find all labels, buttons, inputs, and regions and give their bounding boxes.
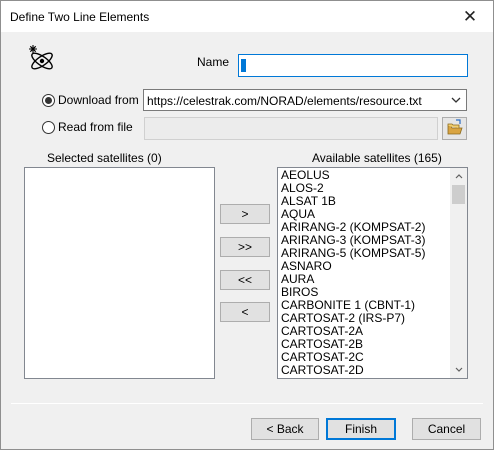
radio-selected-dot: [45, 97, 52, 104]
chevron-down-icon[interactable]: [449, 93, 463, 107]
selected-satellites-header: Selected satellites (0): [47, 151, 162, 165]
remove-selected-button[interactable]: <: [220, 302, 270, 322]
scroll-down-icon[interactable]: [450, 361, 467, 378]
browse-file-button[interactable]: [442, 117, 467, 140]
text-cursor: [241, 59, 246, 72]
download-url-dropdown[interactable]: https://celestrak.com/NORAD/elements/res…: [143, 89, 467, 111]
download-from-label[interactable]: Download from: [58, 93, 139, 107]
download-url-value: https://celestrak.com/NORAD/elements/res…: [147, 94, 422, 108]
name-label: Name: [197, 55, 230, 69]
read-from-file-radio[interactable]: [42, 121, 55, 134]
define-tle-dialog: Define Two Line Elements ✕ Name Download…: [0, 0, 494, 450]
open-folder-icon: [447, 119, 463, 135]
list-item[interactable]: CARTOSAT-2D: [280, 364, 450, 377]
add-all-button[interactable]: >>: [220, 237, 270, 257]
read-from-file-label[interactable]: Read from file: [58, 120, 133, 134]
selected-satellites-list[interactable]: [24, 167, 215, 379]
title-bar[interactable]: Define Two Line Elements ✕: [1, 1, 493, 32]
back-button[interactable]: < Back: [251, 418, 319, 440]
close-icon: ✕: [462, 6, 478, 26]
window-title: Define Two Line Elements: [10, 10, 150, 24]
available-satellites-items: AEOLUS ALOS-2 ALSAT 1B AQUA ARIRANG-2 (K…: [280, 169, 450, 377]
footer-divider: [11, 403, 483, 404]
name-input[interactable]: [238, 54, 468, 77]
scrollbar-thumb[interactable]: [452, 185, 465, 204]
file-path-input: [144, 117, 438, 140]
download-from-radio[interactable]: [42, 94, 55, 107]
scroll-up-icon[interactable]: [450, 168, 467, 185]
available-satellites-header: Available satellites (165): [312, 151, 442, 165]
cancel-button[interactable]: Cancel: [412, 418, 481, 440]
available-list-scrollbar[interactable]: [450, 168, 467, 378]
close-button[interactable]: ✕: [447, 1, 493, 32]
finish-button[interactable]: Finish: [326, 418, 396, 440]
add-selected-button[interactable]: >: [220, 204, 270, 224]
remove-all-button[interactable]: <<: [220, 270, 270, 290]
available-satellites-list[interactable]: AEOLUS ALOS-2 ALSAT 1B AQUA ARIRANG-2 (K…: [277, 167, 468, 379]
atom-icon: [29, 45, 53, 70]
